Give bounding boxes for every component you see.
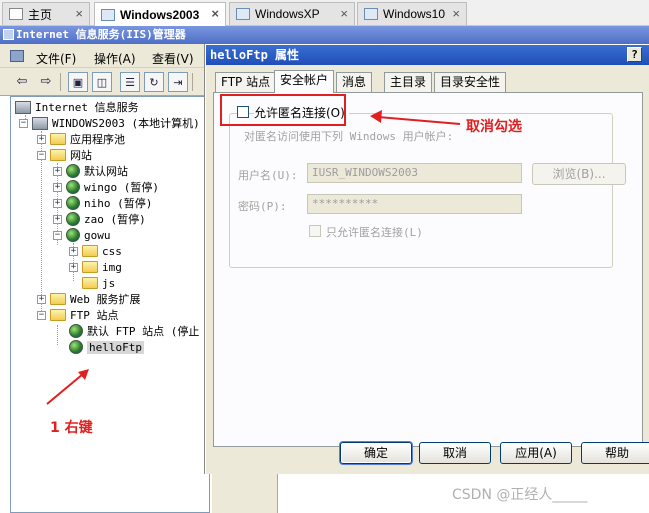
annotation-right-click: 1 右键 <box>50 420 93 436</box>
watermark: CSDN @正经人_____ <box>452 487 588 503</box>
arrow-head-icon <box>78 369 89 380</box>
arrow-to-helloftp <box>46 373 84 405</box>
annotation-uncheck: 取消勾选 <box>466 119 522 135</box>
arrow-to-checkbox <box>377 116 461 125</box>
arrow-head-icon <box>370 110 382 123</box>
tab-security-accounts[interactable]: 安全帐户 <box>274 70 335 93</box>
